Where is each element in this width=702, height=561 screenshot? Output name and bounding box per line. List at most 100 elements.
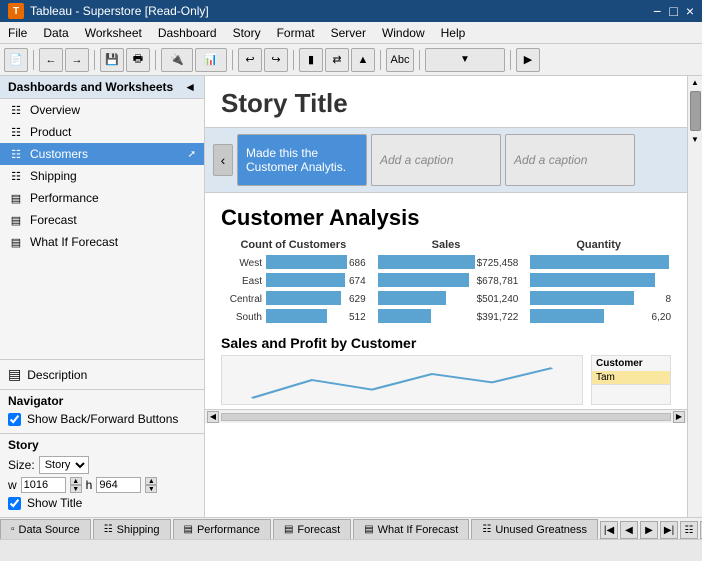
menu-window[interactable]: Window [374,24,433,42]
scroll-up-btn[interactable]: ▲ [689,76,701,89]
sidebar-item-forecast[interactable]: ▤ Forecast [0,209,204,231]
bar-row-west-count: West 686 [221,255,366,271]
menu-data[interactable]: Data [35,24,76,42]
menu-server[interactable]: Server [323,24,374,42]
height-up[interactable]: ▲ [145,477,157,485]
toolbar-pause[interactable]: ▮ [299,48,323,72]
caption-1[interactable]: Add a caption [371,134,501,186]
size-select[interactable]: Story [39,456,89,474]
height-down[interactable]: ▼ [145,485,157,493]
width-up[interactable]: ▲ [70,477,82,485]
menu-file[interactable]: File [0,24,35,42]
bar-row-central-sales: $501,240 [374,291,519,307]
dimensions-row: w ▲ ▼ h ▲ ▼ [8,477,196,493]
toolbar-undo[interactable]: ↩ [238,48,262,72]
caption-2[interactable]: Add a caption [505,134,635,186]
chart-sales-title: Sales [374,239,519,251]
toolbar-back[interactable]: ← [39,48,63,72]
bar-label: East [221,276,266,287]
scroll-thumb[interactable] [690,91,701,131]
bar-row-east-qty [526,273,671,289]
external-link-icon[interactable]: ➚ [188,149,196,160]
scroll-down-btn[interactable]: ▼ [689,133,701,146]
show-title-row: Show Title [8,496,196,510]
show-title-checkbox[interactable] [8,497,21,510]
toolbar-new[interactable]: 📄 [4,48,28,72]
caption-1-text: Add a caption [380,153,453,167]
panel-collapse-icon[interactable]: ◄ [184,80,196,94]
toolbar-redo[interactable]: ↪ [264,48,288,72]
height-spinner: ▲ ▼ [145,477,157,493]
sidebar-item-shipping[interactable]: ☷ Shipping [0,165,204,187]
menu-story[interactable]: Story [225,24,269,42]
sidebar-item-overview[interactable]: ☷ Overview [0,99,204,121]
toolbar-save[interactable]: 💾 [100,48,124,72]
tab-label: Data Source [19,524,80,536]
toolbar-chart[interactable]: 📊 [195,48,227,72]
bar-row-west-sales: $725,458 [374,255,519,271]
tab-performance[interactable]: ▤ Performance [173,519,271,539]
sidebar-item-label: What If Forecast [30,235,118,249]
toolbar-view[interactable]: ▼ [425,48,505,72]
toolbar-swap[interactable]: ⇄ [325,48,349,72]
caption-0-text: Made this the Customer Analytis. [246,146,358,174]
scroll-right-btn[interactable]: ▶ [673,411,685,423]
width-input[interactable] [21,477,66,493]
nav-last-btn[interactable]: ▶| [660,521,678,539]
bar [378,309,431,323]
bar-value: $501,240 [475,294,519,305]
caption-prev-arrow[interactable]: ‹ [213,144,233,176]
toolbar-sep-6 [380,50,381,70]
menu-help[interactable]: Help [433,24,474,42]
tab-what-if-forecast[interactable]: ▤ What If Forecast [353,519,469,539]
bar-row-east-count: East 674 [221,273,366,289]
toolbar-connect[interactable]: 🔌 [161,48,193,72]
sidebar-item-product[interactable]: ☷ Product [0,121,204,143]
sidebar-item-customers[interactable]: ☷ Customers ➚ [0,143,204,165]
tab-data-source[interactable]: ▫ Data Source [0,519,91,539]
caption-0[interactable]: Made this the Customer Analytis. [237,134,367,186]
toolbar-text[interactable]: Abc [386,48,414,72]
tab-shipping[interactable]: ☷ Shipping [93,519,171,539]
db-icon: ▫ [11,524,15,535]
toolbar-sep-4 [232,50,233,70]
show-back-forward-label: Show Back/Forward Buttons [27,412,178,426]
tab-bar: ▫ Data Source ☷ Shipping ▤ Performance ▤… [0,517,702,539]
toolbar-highlight[interactable]: ▲ [351,48,375,72]
sidebar-item-label: Product [30,125,71,139]
width-down[interactable]: ▼ [70,485,82,493]
panel-title: Dashboards and Worksheets [8,80,173,94]
sales-section: Sales and Profit by Customer Customer Ta… [205,327,687,409]
menu-format[interactable]: Format [269,24,323,42]
description-button[interactable]: ▤ Description [8,366,196,383]
show-back-forward-checkbox[interactable] [8,413,21,426]
height-input[interactable] [96,477,141,493]
nav-first-btn[interactable]: |◀ [600,521,618,539]
toolbar-present[interactable]: ▶ [516,48,540,72]
sheet-icon: ▤ [364,524,373,535]
scroll-left-btn[interactable]: ◀ [207,411,219,423]
toolbar-print[interactable]: 🖶 [126,48,150,72]
bar-label: South [221,312,266,323]
minimize-btn[interactable]: − [653,3,661,19]
sidebar-item-performance[interactable]: ▤ Performance [0,187,204,209]
toolbar: 📄 ← → 💾 🖶 🔌 📊 ↩ ↪ ▮ ⇄ ▲ Abc ▼ ▶ [0,44,702,76]
menu-worksheet[interactable]: Worksheet [77,24,150,42]
bar [266,291,341,305]
nav-prev-btn[interactable]: ◀ [620,521,638,539]
view-normal-btn[interactable]: ☷ [680,521,698,539]
status-bar [0,539,702,561]
sheet-icon: ▤ [284,524,293,535]
close-btn[interactable]: × [686,3,694,19]
restore-btn[interactable]: □ [669,3,677,19]
tab-forecast[interactable]: ▤ Forecast [273,519,351,539]
tab-unused-greatness[interactable]: ☷ Unused Greatness [471,519,598,539]
worksheet-icon: ▤ [8,234,24,250]
sidebar-item-what-if-forecast[interactable]: ▤ What If Forecast [0,231,204,253]
toolbar-forward[interactable]: → [65,48,89,72]
scroll-track[interactable] [221,413,671,421]
right-scrollbar: ▲ ▼ [687,76,702,517]
nav-next-btn[interactable]: ▶ [640,521,658,539]
bar-value: $391,722 [475,312,519,323]
menu-dashboard[interactable]: Dashboard [150,24,225,42]
